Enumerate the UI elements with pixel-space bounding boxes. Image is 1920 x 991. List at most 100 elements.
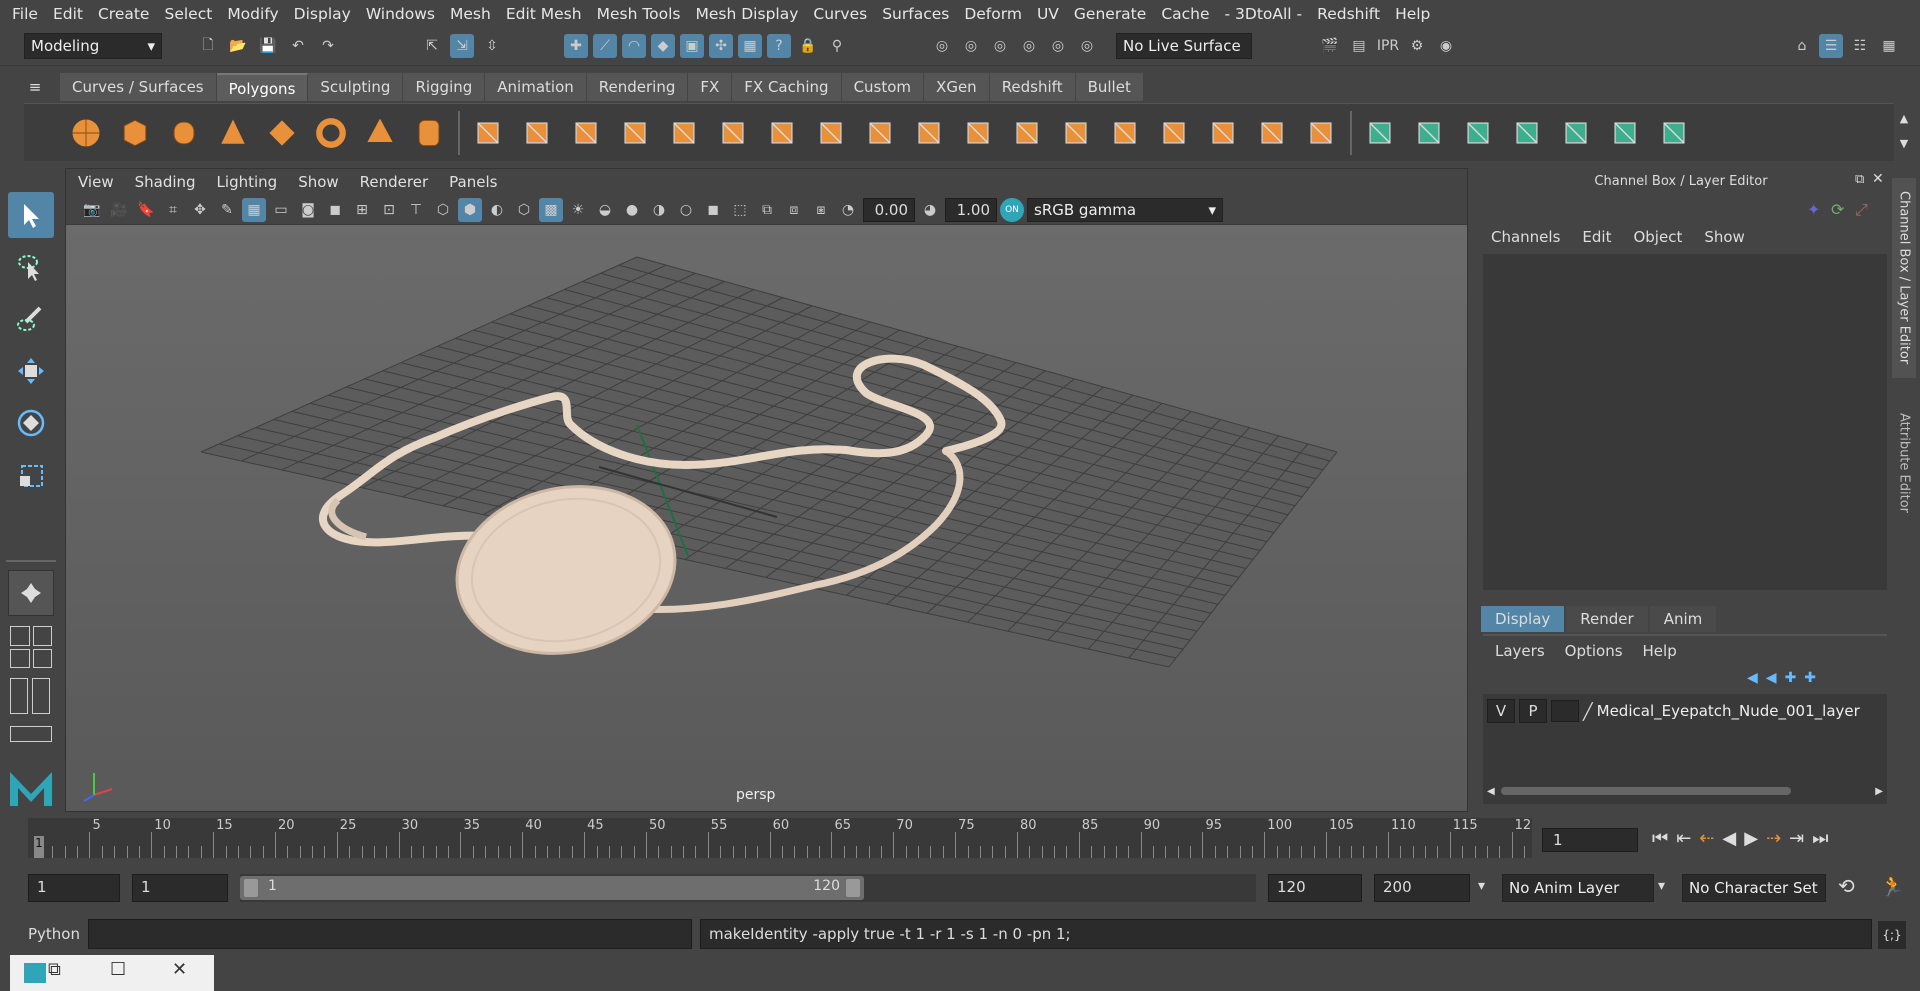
tab-xgen[interactable]: XGen xyxy=(924,73,990,101)
scrollbar-thumb[interactable] xyxy=(1500,787,1791,795)
layer-menu-options[interactable]: Options xyxy=(1565,642,1623,660)
graph-layout-icon[interactable] xyxy=(10,726,52,742)
ipr-render-icon[interactable]: IPR xyxy=(1376,34,1400,58)
undo-icon[interactable]: ↶ xyxy=(286,34,310,58)
cube-icon[interactable] xyxy=(115,113,155,153)
menu-edit[interactable]: Edit xyxy=(53,5,83,23)
menu-redshift[interactable]: Redshift xyxy=(1317,5,1380,23)
grid-icon[interactable]: ▦ xyxy=(242,198,266,222)
extract-icon[interactable] xyxy=(566,113,606,153)
restore-icon[interactable]: ⧉ xyxy=(48,959,61,980)
step-forward-key-icon[interactable]: ⇥ xyxy=(1789,828,1804,849)
go-to-start-icon[interactable]: ⏮ xyxy=(1652,828,1668,849)
gate-mask-icon[interactable]: ◼ xyxy=(323,198,347,222)
close-window-icon[interactable]: ✕ xyxy=(172,959,187,980)
pipe-icon[interactable] xyxy=(409,113,449,153)
lasso-6-icon[interactable]: ◎ xyxy=(1075,34,1099,58)
new-layer-icon[interactable]: ✚ xyxy=(1785,670,1797,686)
booleans-icon[interactable] xyxy=(664,113,704,153)
lasso-tool-icon[interactable] xyxy=(8,244,54,290)
sphere-icon[interactable] xyxy=(66,113,106,153)
uv-layout-icon[interactable] xyxy=(1654,113,1694,153)
select-tool-icon[interactable] xyxy=(8,192,54,238)
tab-channel-box[interactable]: Channel Box / Layer Editor xyxy=(1892,178,1916,378)
current-frame-field[interactable]: 1 xyxy=(1542,828,1638,852)
safe-title-icon[interactable]: ⊤ xyxy=(404,198,428,222)
gamma-icon[interactable]: ◕ xyxy=(918,198,942,222)
isolate-select-icon[interactable]: ⬚ xyxy=(728,198,752,222)
range-bar-track[interactable]: 1 120 xyxy=(240,874,1256,902)
separate-icon[interactable] xyxy=(517,113,557,153)
menu-modify[interactable]: Modify xyxy=(227,5,278,23)
tab-sculpting[interactable]: Sculpting xyxy=(308,73,404,101)
attribute-editor-icon[interactable]: ☰ xyxy=(1819,34,1843,58)
resolution-gate-icon[interactable]: ◙ xyxy=(296,198,320,222)
snap-point-icon[interactable]: ◠ xyxy=(622,34,646,58)
outliner-layout-icon[interactable] xyxy=(10,678,52,714)
pyramid-icon[interactable] xyxy=(360,113,400,153)
script-editor-icon[interactable]: {;} xyxy=(1878,921,1906,949)
maximize-icon[interactable]: ☐ xyxy=(110,959,126,980)
channel-box-icon[interactable]: ▦ xyxy=(1877,34,1901,58)
arrow-up-icon[interactable]: ▲ xyxy=(1900,112,1908,125)
anti-alias-icon[interactable]: ○ xyxy=(674,198,698,222)
menu-deform[interactable]: Deform xyxy=(964,5,1022,23)
anim-layer-dropdown[interactable]: No Anim Layer xyxy=(1502,874,1654,902)
exposure-icon[interactable]: ◔ xyxy=(836,198,860,222)
color-management-toggle-icon[interactable]: ON xyxy=(1000,198,1024,222)
lights-icon[interactable]: ☀ xyxy=(566,198,590,222)
arrow-down-icon[interactable]: ▼ xyxy=(1900,137,1908,150)
cone-icon[interactable] xyxy=(213,113,253,153)
layer-tab-render[interactable]: Render xyxy=(1566,606,1648,632)
tab-custom[interactable]: Custom xyxy=(841,73,925,101)
layer-display-type[interactable] xyxy=(1551,700,1579,722)
menu-mesh-tools[interactable]: Mesh Tools xyxy=(597,5,681,23)
render-view-icon[interactable]: ▦ xyxy=(738,34,762,58)
grease-pencil-icon[interactable]: ✎ xyxy=(215,198,239,222)
menu-mesh[interactable]: Mesh xyxy=(450,5,491,23)
snap-surface-icon[interactable]: ▣ xyxy=(680,34,704,58)
anim-end-field[interactable]: 200 xyxy=(1374,874,1470,902)
go-to-end-icon[interactable]: ⏭ xyxy=(1812,828,1828,849)
depth-of-field-icon[interactable]: ◼ xyxy=(701,198,725,222)
save-scene-icon[interactable]: 💾 xyxy=(256,34,280,58)
auto-key-icon[interactable]: ⟲ xyxy=(1838,874,1855,898)
image-plane-icon[interactable]: ⌗ xyxy=(161,198,185,222)
wireframe-on-shaded-icon[interactable]: ⬡ xyxy=(512,198,536,222)
render-frame-icon[interactable]: 🎬 xyxy=(1318,34,1342,58)
menu-help[interactable]: Help xyxy=(1395,5,1430,23)
arrow-right-icon[interactable]: ▶ xyxy=(1875,786,1883,797)
smooth-shade-icon[interactable]: ⬢ xyxy=(458,198,482,222)
motion-blur-icon[interactable]: ◑ xyxy=(647,198,671,222)
layer-name[interactable]: Medical_Eyepatch_Nude_001_layer xyxy=(1597,702,1860,720)
viewport-menu-view[interactable]: View xyxy=(78,173,114,191)
xray-components-icon[interactable]: ⧆ xyxy=(809,198,833,222)
menu-uv[interactable]: UV xyxy=(1037,5,1059,23)
bookmark-icon[interactable]: 🔖 xyxy=(134,198,158,222)
mirror-icon[interactable] xyxy=(713,113,753,153)
mode-selector[interactable]: Modeling ▾ xyxy=(24,33,162,59)
perspective-viewport[interactable]: View Shading Lighting Show Renderer Panels 📷 … xyxy=(65,168,1468,812)
extrude-icon[interactable] xyxy=(1105,113,1145,153)
uv-planar-icon[interactable] xyxy=(1360,113,1400,153)
tab-animation[interactable]: Animation xyxy=(485,73,587,101)
layer-row[interactable]: V P ╱ Medical_Eyepatch_Nude_001_layer xyxy=(1487,698,1883,724)
menu-mesh-display[interactable]: Mesh Display xyxy=(696,5,799,23)
layer-tab-anim[interactable]: Anim xyxy=(1649,606,1717,632)
close-icon[interactable]: ✕ xyxy=(1872,171,1884,187)
textured-icon[interactable]: ▩ xyxy=(539,198,563,222)
menu-select[interactable]: Select xyxy=(164,5,212,23)
tab-fx[interactable]: FX xyxy=(688,73,733,101)
menu-curves[interactable]: Curves xyxy=(813,5,867,23)
tab-rigging[interactable]: Rigging xyxy=(403,73,486,101)
step-forward-frame-icon[interactable]: ⇢ xyxy=(1766,828,1781,849)
gamma-field[interactable]: 1.00 xyxy=(945,198,997,222)
layer-visibility-toggle[interactable]: V xyxy=(1487,699,1515,723)
viewport-menu-show[interactable]: Show xyxy=(298,173,338,191)
bridge-icon[interactable] xyxy=(762,113,802,153)
field-chart-icon[interactable]: ⊞ xyxy=(350,198,374,222)
uv-auto-icon[interactable] xyxy=(1507,113,1547,153)
lasso-2-icon[interactable]: ◎ xyxy=(959,34,983,58)
script-language[interactable]: Python xyxy=(28,925,80,943)
menu-file[interactable]: File xyxy=(12,5,38,23)
